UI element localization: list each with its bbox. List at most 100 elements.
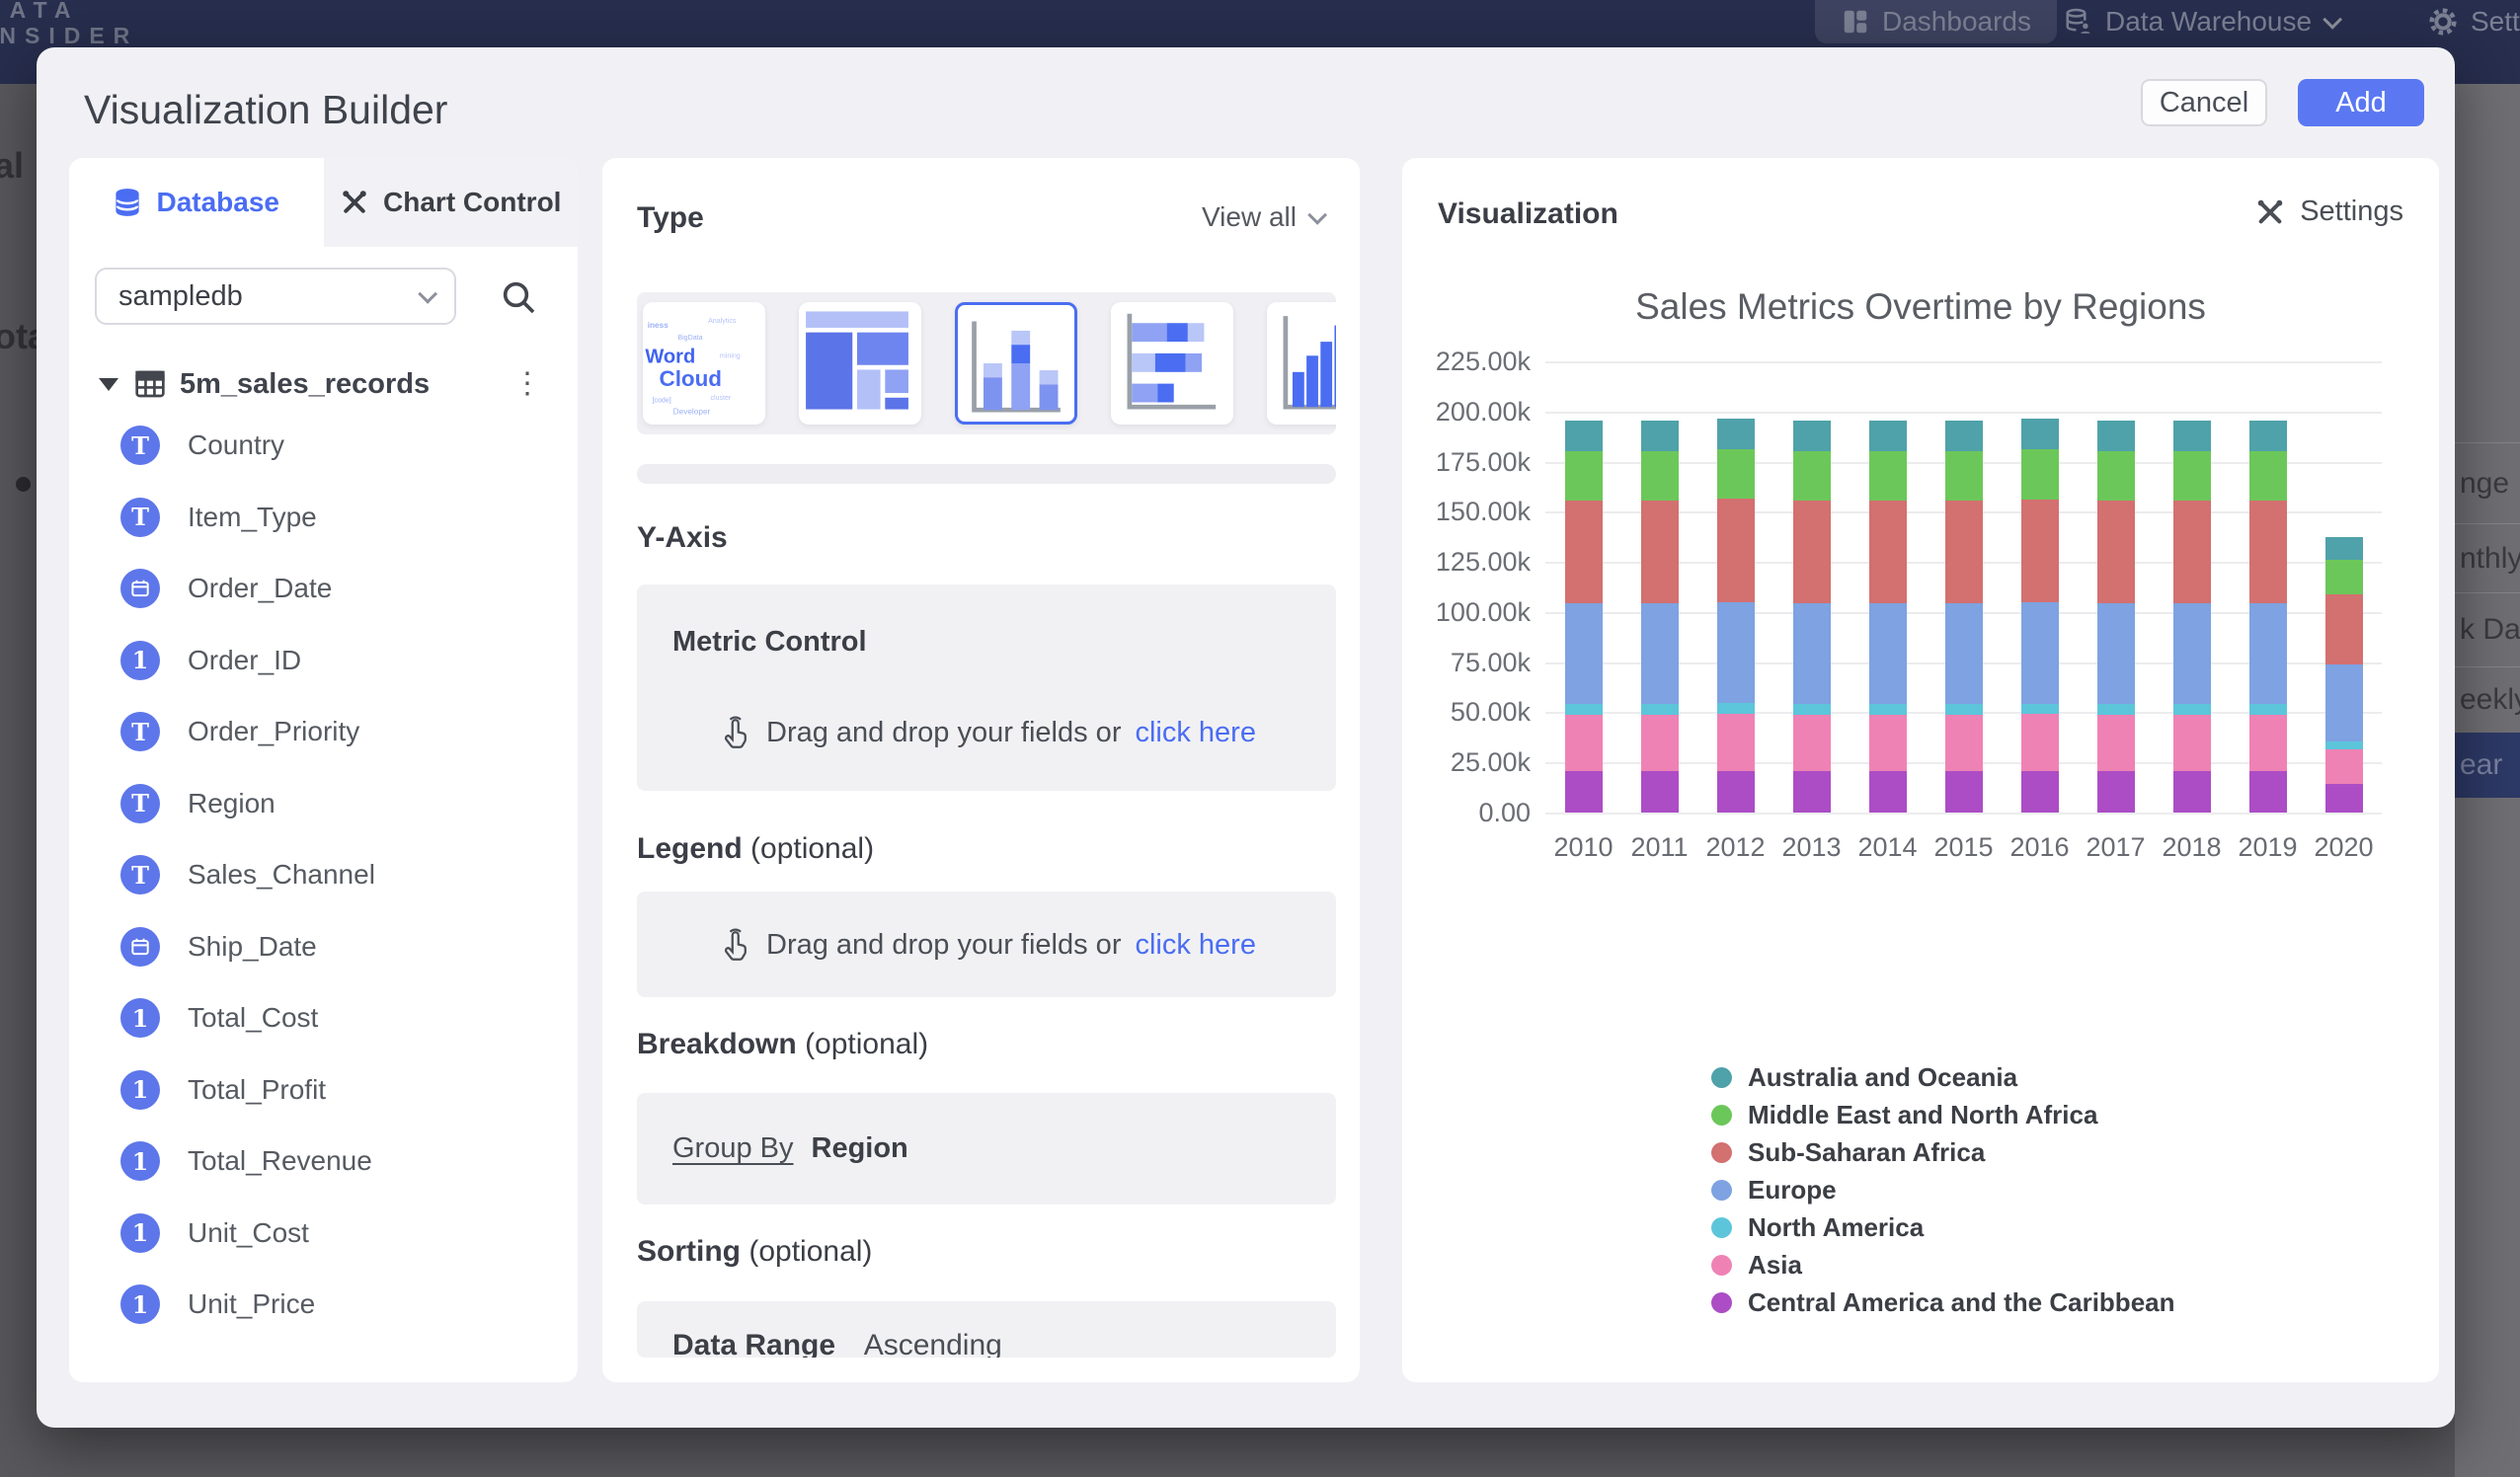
bar-segment[interactable]	[1565, 715, 1603, 772]
bar-segment[interactable]	[1717, 419, 1755, 449]
stacked-bar-2016[interactable]	[2021, 419, 2059, 813]
sorting-dropzone[interactable]: Data Range Ascending	[637, 1301, 1336, 1358]
field-item-order_id[interactable]: 1Order_ID	[120, 638, 301, 683]
bar-segment[interactable]	[2325, 560, 2363, 595]
bar-segment[interactable]	[1717, 499, 1755, 602]
field-item-total_cost[interactable]: 1Total_Cost	[120, 995, 318, 1041]
table-tree-item[interactable]: 5m_sales_records ⋮	[69, 361, 578, 407]
search-button[interactable]	[492, 272, 545, 322]
legend-item[interactable]: North America	[1711, 1208, 2175, 1246]
bar-segment[interactable]	[2249, 421, 2287, 451]
stacked-bar-2010[interactable]	[1565, 421, 1603, 813]
click-here-link[interactable]: click here	[1135, 717, 1256, 749]
bar-segment[interactable]	[2325, 664, 2363, 742]
bar-segment[interactable]	[1793, 715, 1831, 772]
bar-segment[interactable]	[1869, 771, 1907, 813]
kebab-menu-icon[interactable]: ⋮	[512, 377, 542, 391]
legend-dropzone[interactable]: Drag and drop your fields or click here	[637, 892, 1336, 997]
bar-segment[interactable]	[2173, 451, 2211, 501]
chart-type-treemap[interactable]	[799, 302, 921, 425]
stacked-bar-2017[interactable]	[2097, 421, 2135, 813]
field-item-country[interactable]: TCountry	[120, 423, 284, 468]
bar-segment[interactable]	[1717, 703, 1755, 714]
click-here-link[interactable]: click here	[1135, 929, 1256, 962]
chart-type-word-cloud[interactable]: iness Analytics BigData Word mining Clou…	[643, 302, 765, 425]
field-item-order_date[interactable]: Order_Date	[120, 566, 332, 611]
bar-segment[interactable]	[1945, 501, 1983, 603]
bar-segment[interactable]	[1641, 704, 1679, 715]
bar-segment[interactable]	[2249, 771, 2287, 813]
bar-segment[interactable]	[2249, 704, 2287, 715]
bar-segment[interactable]	[1945, 603, 1983, 704]
stacked-bar-2011[interactable]	[1641, 421, 1679, 813]
bar-segment[interactable]	[1717, 449, 1755, 499]
stacked-bar-2020[interactable]	[2325, 537, 2363, 813]
bar-segment[interactable]	[2325, 749, 2363, 784]
bar-segment[interactable]	[2173, 421, 2211, 451]
stacked-bar-2013[interactable]	[1793, 421, 1831, 813]
legend-item[interactable]: Middle East and North Africa	[1711, 1096, 2175, 1133]
bar-segment[interactable]	[2249, 451, 2287, 501]
bar-segment[interactable]	[1869, 715, 1907, 772]
bar-segment[interactable]	[2173, 715, 2211, 772]
bar-segment[interactable]	[1869, 501, 1907, 603]
database-select[interactable]: sampledb	[95, 268, 456, 325]
bar-segment[interactable]	[1945, 421, 1983, 451]
bar-segment[interactable]	[2097, 421, 2135, 451]
bar-segment[interactable]	[2249, 603, 2287, 704]
bar-segment[interactable]	[1565, 704, 1603, 715]
field-item-region[interactable]: TRegion	[120, 781, 276, 826]
bar-segment[interactable]	[2021, 602, 2059, 703]
view-all-dropdown[interactable]: View all	[1202, 201, 1322, 233]
type-strip-scrollbar[interactable]	[637, 464, 1336, 484]
nav-dashboards[interactable]: Dashboards	[1815, 0, 2057, 43]
field-item-order_priority[interactable]: TOrder_Priority	[120, 709, 359, 754]
field-item-sales_channel[interactable]: TSales_Channel	[120, 852, 375, 897]
bar-segment[interactable]	[2097, 715, 2135, 772]
chart-type-stacked-column[interactable]	[955, 302, 1077, 425]
bar-segment[interactable]	[1565, 451, 1603, 501]
bar-segment[interactable]	[1565, 501, 1603, 603]
field-item-total_revenue[interactable]: 1Total_Revenue	[120, 1138, 372, 1184]
add-button[interactable]: Add	[2298, 79, 2424, 126]
bar-segment[interactable]	[2021, 771, 2059, 813]
bar-segment[interactable]	[2021, 419, 2059, 449]
bar-segment[interactable]	[2097, 603, 2135, 704]
bar-segment[interactable]	[1641, 603, 1679, 704]
stacked-bar-2012[interactable]	[1717, 419, 1755, 813]
bar-segment[interactable]	[1565, 771, 1603, 813]
bar-segment[interactable]	[1793, 603, 1831, 704]
stacked-bar-2019[interactable]	[2249, 421, 2287, 813]
bar-segment[interactable]	[1945, 715, 1983, 772]
bar-segment[interactable]	[2097, 704, 2135, 715]
field-item-unit_cost[interactable]: 1Unit_Cost	[120, 1210, 309, 1256]
field-item-unit_price[interactable]: 1Unit_Price	[120, 1282, 315, 1327]
stacked-bar-2014[interactable]	[1869, 421, 1907, 813]
chart-settings-button[interactable]: Settings	[2254, 195, 2403, 228]
bar-segment[interactable]	[1793, 501, 1831, 603]
nav-data-warehouse[interactable]: Data Warehouse	[2064, 0, 2337, 43]
bar-segment[interactable]	[2249, 501, 2287, 603]
bar-segment[interactable]	[1565, 421, 1603, 451]
chart-type-stacked-bar[interactable]	[1111, 302, 1233, 425]
legend-item[interactable]: Europe	[1711, 1171, 2175, 1208]
legend-item[interactable]: Asia	[1711, 1246, 2175, 1283]
bar-segment[interactable]	[2097, 771, 2135, 813]
bar-segment[interactable]	[2021, 714, 2059, 771]
legend-item[interactable]: Australia and Oceania	[1711, 1058, 2175, 1096]
bar-segment[interactable]	[1945, 451, 1983, 501]
bar-segment[interactable]	[1793, 421, 1831, 451]
bar-segment[interactable]	[1869, 421, 1907, 451]
bar-segment[interactable]	[1717, 771, 1755, 813]
caret-down-icon[interactable]	[99, 378, 118, 391]
bar-segment[interactable]	[1641, 715, 1679, 772]
bar-segment[interactable]	[2021, 704, 2059, 715]
bar-segment[interactable]	[1945, 771, 1983, 813]
bar-segment[interactable]	[1717, 602, 1755, 704]
bar-segment[interactable]	[2021, 449, 2059, 499]
bar-segment[interactable]	[2325, 537, 2363, 560]
bar-segment[interactable]	[1641, 501, 1679, 603]
stacked-bar-2015[interactable]	[1945, 421, 1983, 813]
bar-segment[interactable]	[1869, 603, 1907, 704]
tab-database[interactable]: Database	[69, 158, 324, 247]
